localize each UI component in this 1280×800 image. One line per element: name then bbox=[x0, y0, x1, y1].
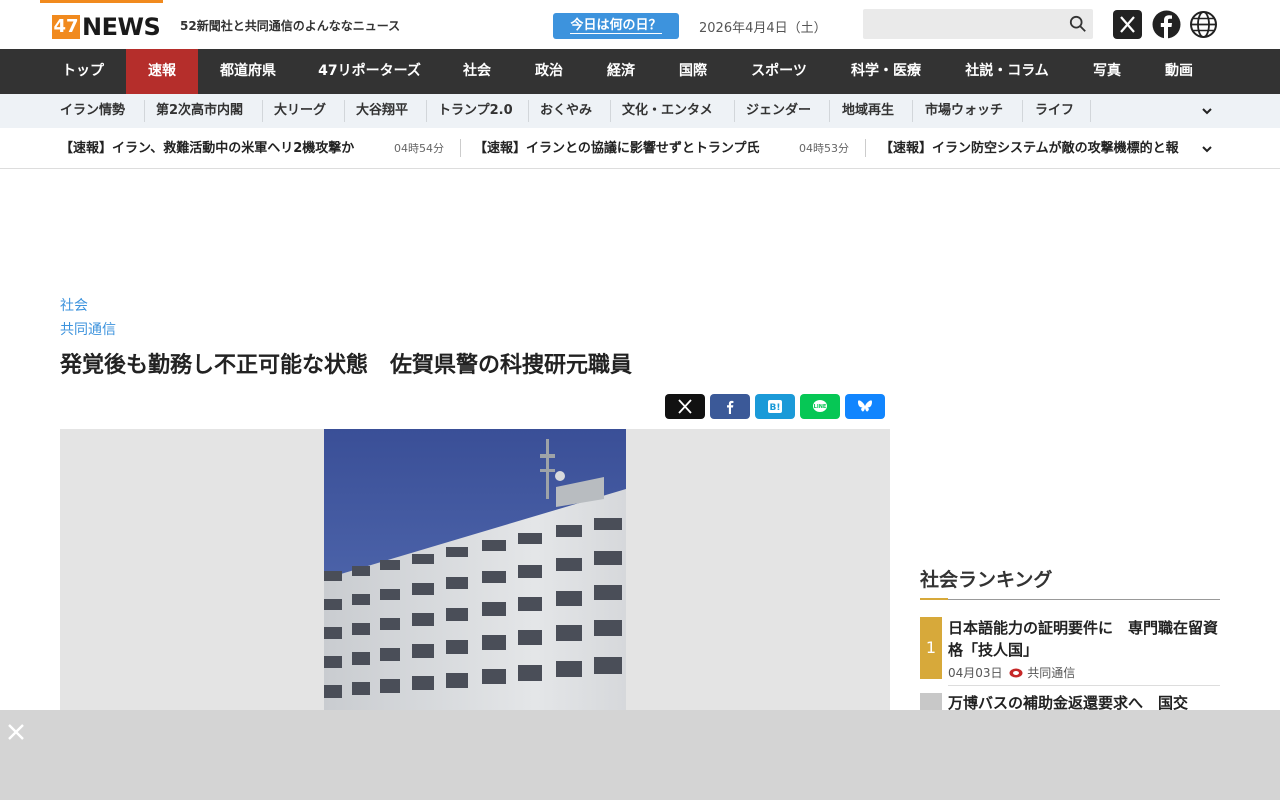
x-share-icon[interactable] bbox=[1113, 10, 1142, 39]
breaking-ticker: 【速報】イラン、救難活動中の米軍ヘリ2機攻撃か 04時54分 【速報】イランとの… bbox=[0, 128, 1280, 169]
ranking-item-title[interactable]: 万博バスの補助金返還要求へ 国交 bbox=[948, 692, 1220, 712]
article-source[interactable]: 共同通信 bbox=[60, 319, 116, 339]
topic-ohtani[interactable]: 大谷翔平 bbox=[356, 94, 408, 128]
logo-number: 47 bbox=[52, 15, 80, 39]
share-line-button[interactable]: LINE bbox=[800, 394, 840, 419]
topic-life[interactable]: ライフ bbox=[1035, 94, 1074, 128]
ranking-accent bbox=[920, 598, 948, 600]
topic-iran[interactable]: イラン情勢 bbox=[60, 94, 125, 128]
nav-economy[interactable]: 経済 bbox=[585, 49, 657, 94]
share-bluesky-button[interactable] bbox=[845, 394, 885, 419]
topic-separator bbox=[344, 100, 345, 122]
topic-separator bbox=[912, 100, 913, 122]
article-category[interactable]: 社会 bbox=[60, 295, 88, 315]
chevron-down-icon[interactable] bbox=[1201, 105, 1213, 117]
topic-separator bbox=[528, 100, 529, 122]
svg-text:B!: B! bbox=[770, 403, 781, 413]
logo-word: NEWS bbox=[82, 13, 161, 41]
topic-separator bbox=[426, 100, 427, 122]
site-header: 47 NEWS 52新聞社と共同通信のよんななニュース 今日は何の日？ 2026… bbox=[0, 0, 1280, 49]
ticker-separator bbox=[865, 139, 866, 157]
rank-badge: 1 bbox=[920, 617, 942, 679]
topic-culture[interactable]: 文化・エンタメ bbox=[622, 94, 713, 128]
police-building-image bbox=[324, 429, 626, 710]
globe-icon[interactable] bbox=[1189, 10, 1218, 39]
share-hatena-button[interactable]: B! bbox=[755, 394, 795, 419]
ticker-time: 04時54分 bbox=[394, 142, 444, 155]
nav-society[interactable]: 社会 bbox=[441, 49, 513, 94]
bottom-ad-overlay bbox=[0, 710, 1280, 800]
nav-international[interactable]: 国際 bbox=[657, 49, 729, 94]
topic-obituaries[interactable]: おくやみ bbox=[540, 94, 592, 128]
topic-separator bbox=[734, 100, 735, 122]
topic-separator bbox=[1022, 100, 1023, 122]
article-headline: 発覚後も勤務し不正可能な状態 佐賀県警の科捜研元職員 bbox=[60, 353, 633, 378]
ticker-separator bbox=[460, 139, 461, 157]
ticker-headline[interactable]: 【速報】イラン防空システムが敵の攻撃機標的と報 bbox=[880, 128, 1195, 168]
svg-text:LINE: LINE bbox=[814, 404, 827, 410]
nav-videos[interactable]: 動画 bbox=[1143, 49, 1215, 94]
ranking-divider bbox=[920, 598, 1220, 600]
nav-prefectures[interactable]: 都道府県 bbox=[198, 49, 298, 94]
x-icon bbox=[678, 399, 692, 414]
nav-top[interactable]: トップ bbox=[40, 49, 126, 94]
topic-separator bbox=[829, 100, 830, 122]
chevron-down-icon[interactable] bbox=[1201, 143, 1213, 155]
bluesky-icon bbox=[857, 400, 873, 412]
nav-photos[interactable]: 写真 bbox=[1071, 49, 1143, 94]
main-nav: トップ 速報 都道府県 47リポーターズ 社会 政治 経済 国際 スポーツ 科学… bbox=[0, 49, 1280, 94]
share-x-button[interactable] bbox=[665, 394, 705, 419]
search-icon[interactable] bbox=[1069, 15, 1087, 33]
nav-science[interactable]: 科学・医療 bbox=[829, 49, 943, 94]
topic-takaichi-cabinet[interactable]: 第2次高市内閣 bbox=[156, 94, 243, 128]
ranking-item-source: 共同通信 bbox=[1027, 666, 1076, 680]
ranking-separator bbox=[948, 685, 1220, 686]
ticker-headline[interactable]: 【速報】イラン、救難活動中の米軍ヘリ2機攻撃か bbox=[60, 128, 354, 168]
close-icon[interactable] bbox=[7, 723, 25, 741]
facebook-icon bbox=[727, 400, 734, 414]
share-facebook-button[interactable] bbox=[710, 394, 750, 419]
today-button-label: 今日は何の日？ bbox=[570, 18, 662, 34]
hatena-bookmark-icon: B! bbox=[768, 400, 782, 413]
topic-mlb[interactable]: 大リーグ bbox=[274, 94, 326, 128]
nav-editorial[interactable]: 社説・コラム bbox=[943, 49, 1071, 94]
site-tagline: 52新聞社と共同通信のよんななニュース bbox=[180, 19, 401, 33]
ranking-item-meta: 04月03日 共同通信 bbox=[948, 664, 1075, 681]
topic-gender[interactable]: ジェンダー bbox=[746, 94, 811, 128]
ticker-headline[interactable]: 【速報】イランとの協議に影響せずとトランプ氏 bbox=[474, 128, 759, 168]
ranking-item-date: 04月03日 bbox=[948, 666, 1003, 680]
today-button[interactable]: 今日は何の日？ bbox=[553, 13, 679, 39]
site-logo[interactable]: 47 NEWS bbox=[40, 0, 163, 41]
article-photo bbox=[60, 429, 890, 710]
topic-separator bbox=[1090, 100, 1091, 122]
nav-breaking[interactable]: 速報 bbox=[126, 49, 198, 94]
ranking-item-title[interactable]: 日本語能力の証明要件に 専門職在留資格「技人国」 bbox=[948, 617, 1220, 661]
topic-separator bbox=[262, 100, 263, 122]
topic-separator bbox=[610, 100, 611, 122]
nav-47reporters[interactable]: 47リポーターズ bbox=[298, 49, 441, 94]
kyodo-logo-icon bbox=[1009, 668, 1023, 678]
topic-trump[interactable]: トランプ2.0 bbox=[438, 94, 513, 128]
topic-regional[interactable]: 地域再生 bbox=[842, 94, 894, 128]
current-date: 2026年4月4日（土） bbox=[699, 21, 827, 36]
topic-nav: イラン情勢 第2次高市内閣 大リーグ 大谷翔平 トランプ2.0 おくやみ 文化・… bbox=[0, 94, 1280, 128]
search-input[interactable] bbox=[863, 9, 1093, 39]
ticker-time: 04時53分 bbox=[799, 142, 849, 155]
topic-separator bbox=[144, 100, 145, 122]
ranking-title: 社会ランキング bbox=[920, 569, 1053, 591]
line-icon: LINE bbox=[813, 400, 827, 412]
facebook-icon[interactable] bbox=[1152, 10, 1181, 39]
nav-politics[interactable]: 政治 bbox=[513, 49, 585, 94]
topic-market[interactable]: 市場ウォッチ bbox=[925, 94, 1003, 128]
nav-sports[interactable]: スポーツ bbox=[729, 49, 829, 94]
